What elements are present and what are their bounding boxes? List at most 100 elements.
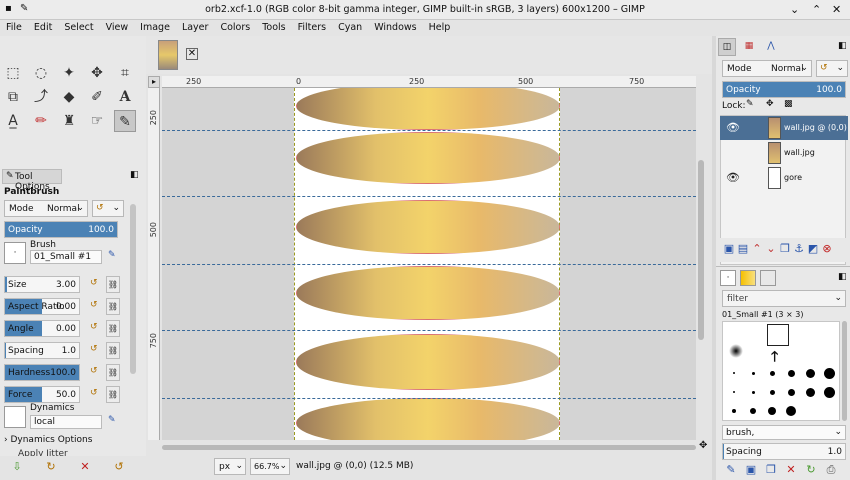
pencil-icon[interactable]: ✏: [30, 110, 52, 132]
brush-preset[interactable]: [787, 388, 795, 396]
chain-link-icon[interactable]: ⛓: [106, 298, 120, 315]
close-image-tab-icon[interactable]: ✕: [186, 48, 198, 60]
edit-brush-icon[interactable]: ✎: [724, 463, 738, 477]
navigate-icon[interactable]: ✥: [699, 440, 707, 451]
param-slider-spacing[interactable]: Spacing 1.0: [4, 342, 80, 359]
move-icon[interactable]: ✥: [86, 62, 108, 84]
brush-preset[interactable]: [733, 372, 735, 374]
layer-name[interactable]: wall.jpg @ (0,0): [784, 123, 847, 132]
menu-image[interactable]: Image: [134, 20, 176, 36]
menu-windows[interactable]: Windows: [368, 20, 422, 36]
text-tool-icon[interactable]: A: [114, 86, 136, 108]
guide-line[interactable]: [162, 398, 696, 399]
menu-cyan[interactable]: Cyan: [332, 20, 368, 36]
brush-filter-select[interactable]: filter ⌄: [722, 290, 846, 307]
tool-options-scrollbar[interactable]: [130, 204, 136, 374]
chain-link-icon[interactable]: ⛓: [106, 342, 120, 359]
new-layer-icon[interactable]: ▣: [722, 242, 736, 256]
new-brush-icon[interactable]: ▣: [744, 463, 758, 477]
menu-file[interactable]: File: [0, 20, 28, 36]
guide-line[interactable]: [162, 130, 696, 131]
dynamics-options-expander[interactable]: › Dynamics Options: [4, 435, 92, 445]
reset-icon[interactable]: ↺: [90, 300, 98, 310]
guide-line[interactable]: [162, 264, 696, 265]
menu-view[interactable]: View: [100, 20, 135, 36]
new-group-icon[interactable]: ▤: [736, 242, 750, 256]
brush-preset[interactable]: [733, 391, 735, 393]
text-pen-icon[interactable]: A̲: [2, 110, 24, 132]
brush-preset[interactable]: [823, 367, 835, 379]
layer-mode-select[interactable]: Mode Normal ⌄: [722, 60, 812, 77]
tab-paths-icon[interactable]: ⋀: [762, 38, 780, 56]
brushes-scrollbar[interactable]: [842, 321, 847, 421]
layer-composite-select[interactable]: ↺ ⌄: [816, 60, 848, 77]
brush-preset[interactable]: [751, 371, 755, 375]
configure-tab-icon[interactable]: ◧: [130, 170, 139, 180]
minimize-icon[interactable]: ⌄: [790, 3, 799, 16]
mode-select[interactable]: Mode Normal ⌄: [4, 200, 88, 217]
brush-preset[interactable]: [787, 369, 795, 377]
color-picker-icon[interactable]: ✐: [86, 86, 108, 108]
selected-brush[interactable]: [767, 324, 789, 346]
warp-icon[interactable]: ⤴: [30, 86, 52, 108]
brush-preset[interactable]: [805, 368, 815, 378]
param-slider-force[interactable]: Force 50.0: [4, 386, 80, 403]
rect-select-icon[interactable]: ⬚: [2, 62, 24, 84]
canvas[interactable]: [162, 88, 696, 440]
close-window-icon[interactable]: ✕: [832, 3, 841, 16]
tab-tool-options[interactable]: ✎ Tool Options: [2, 169, 62, 192]
dynamics-field[interactable]: local: [30, 415, 102, 429]
menu-edit[interactable]: Edit: [28, 20, 58, 36]
layer-name[interactable]: wall.jpg: [784, 148, 815, 157]
horizontal-ruler[interactable]: 250 0 250 500 750: [162, 76, 696, 88]
open-as-image-icon[interactable]: ⎙: [824, 463, 838, 477]
configure-tab-icon[interactable]: ◧: [838, 272, 847, 282]
lower-layer-icon[interactable]: ⌄: [764, 242, 778, 256]
delete-options-icon[interactable]: ✕: [78, 460, 92, 474]
paths-icon[interactable]: ◆: [58, 86, 80, 108]
unit-select[interactable]: px ⌄: [214, 458, 246, 475]
eye-icon[interactable]: 👁: [726, 171, 740, 184]
brush-tag-field[interactable]: brush, ⌄: [722, 425, 846, 440]
layer-row[interactable]: wall.jpg: [720, 141, 848, 165]
refresh-brushes-icon[interactable]: ↻: [804, 463, 818, 477]
zoom-select[interactable]: 66.7% ⌄: [250, 458, 290, 475]
menu-select[interactable]: Select: [58, 20, 99, 36]
clone-icon[interactable]: ♜: [58, 110, 80, 132]
param-slider-hardness[interactable]: Hardness 100.0: [4, 364, 80, 381]
layer-row[interactable]: 👁 gore: [720, 166, 848, 190]
configure-tab-icon[interactable]: ◧: [838, 41, 847, 51]
image-tab-thumbnail[interactable]: [158, 40, 178, 70]
guide-line[interactable]: [162, 330, 696, 331]
brush-preset[interactable]: [732, 409, 736, 413]
reset-icon[interactable]: ↺: [90, 322, 98, 332]
reset-icon[interactable]: ↺: [90, 366, 98, 376]
quick-mask-corner[interactable]: ▸: [148, 76, 160, 88]
dynamics-preview[interactable]: [4, 406, 26, 428]
reset-options-icon[interactable]: ↺: [112, 460, 126, 474]
mode-reset-select[interactable]: ↺ ⌄: [92, 200, 124, 217]
fuzzy-select-icon[interactable]: ✦: [58, 62, 80, 84]
chain-link-icon[interactable]: ⛓: [106, 276, 120, 293]
brush-preset[interactable]: [786, 406, 796, 416]
brush-preset[interactable]: [750, 408, 756, 414]
delete-brush-icon[interactable]: ✕: [784, 463, 798, 477]
lock-pixels-icon[interactable]: ✎: [746, 99, 754, 109]
duplicate-brush-icon[interactable]: ❐: [764, 463, 778, 477]
canvas-horizontal-scrollbar[interactable]: [162, 445, 696, 450]
menu-layer[interactable]: Layer: [176, 20, 215, 36]
brushes-grid[interactable]: 🡑: [722, 321, 840, 421]
lock-alpha-icon[interactable]: ▩: [784, 99, 793, 109]
tab-brushes-icon[interactable]: ·: [720, 270, 736, 286]
lock-position-icon[interactable]: ✥: [766, 99, 774, 109]
apply-jitter-checkbox[interactable]: Apply Jitter: [18, 449, 68, 456]
brush-preset[interactable]: [805, 387, 815, 397]
chain-link-icon[interactable]: ⛓: [106, 320, 120, 337]
param-slider-aspect-ratio[interactable]: Aspect Ratio 0.00: [4, 298, 80, 315]
brush-preset[interactable]: [769, 389, 775, 395]
duplicate-layer-icon[interactable]: ❐: [778, 242, 792, 256]
reset-icon[interactable]: ↺: [90, 344, 98, 354]
tab-gradients-icon[interactable]: [760, 270, 776, 286]
save-options-icon[interactable]: ⇩: [10, 460, 24, 474]
paintbrush-icon[interactable]: ✎: [114, 110, 136, 132]
